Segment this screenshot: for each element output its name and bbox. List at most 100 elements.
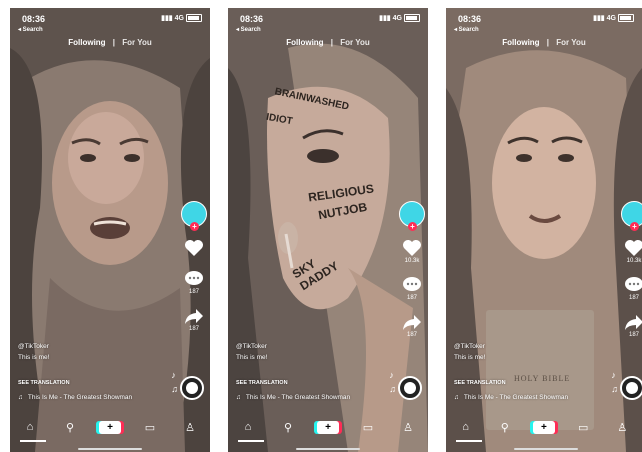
comment-button[interactable]: 187: [402, 276, 422, 301]
caption-username[interactable]: @TikToker: [454, 341, 485, 352]
feed-tabs: Following | For You: [10, 38, 210, 47]
tab-separator: |: [112, 38, 116, 47]
music-note-icon: ♫: [454, 394, 459, 401]
comment-icon: [403, 277, 421, 291]
share-count: 187: [188, 326, 199, 332]
sound-info[interactable]: ♫ This Is Me - The Greatest Showman: [18, 394, 132, 401]
sound-disc-icon[interactable]: [620, 376, 642, 400]
action-rail: + 187 187: [180, 201, 208, 332]
nav-create-icon[interactable]: +: [317, 418, 339, 436]
like-button[interactable]: 10.3k: [402, 239, 422, 264]
home-indicator[interactable]: [296, 448, 360, 450]
bottom-nav: ⌂ ⚲ + ▭ ♙: [228, 412, 428, 442]
heart-icon: [625, 240, 642, 256]
creator-avatar[interactable]: +: [399, 201, 425, 231]
see-translation-link[interactable]: SEE TRANSLATION: [454, 380, 506, 386]
feed-tabs: Following | For You: [228, 38, 428, 47]
clock: 08:36: [458, 14, 482, 24]
action-rail: + 10.3k 187 187: [398, 201, 426, 338]
sound-disc-icon[interactable]: [398, 376, 422, 400]
nav-profile-icon[interactable]: ♙: [611, 418, 633, 436]
tab-following[interactable]: Following: [502, 38, 539, 47]
home-indicator[interactable]: [78, 448, 142, 450]
nav-inbox-icon[interactable]: ▭: [357, 418, 379, 436]
nav-inbox-icon[interactable]: ▭: [572, 418, 594, 436]
creator-avatar[interactable]: +: [621, 201, 642, 231]
video-screen-2[interactable]: BRAINWASHED IDIOT RELIGIOUS NUTJOB SKY D…: [228, 8, 428, 452]
creator-avatar[interactable]: +: [181, 201, 207, 231]
nav-home-icon[interactable]: ⌂: [455, 418, 477, 436]
caption-text: This is me!: [236, 354, 268, 361]
tab-following[interactable]: Following: [286, 38, 323, 47]
comment-button[interactable]: 187: [184, 270, 204, 295]
signal-indicator: ▮▮▮ 4G: [161, 14, 202, 22]
comment-button[interactable]: 187: [624, 276, 642, 301]
heart-icon: [185, 240, 203, 256]
see-translation-link[interactable]: SEE TRANSLATION: [18, 380, 70, 386]
tab-for-you[interactable]: For You: [340, 38, 369, 47]
share-arrow-icon: [185, 309, 203, 324]
sound-info[interactable]: ♫ This Is Me - The Greatest Showman: [236, 394, 350, 401]
share-arrow-icon: [403, 315, 421, 330]
battery-icon: [618, 14, 634, 22]
caption-username[interactable]: @TikToker: [18, 341, 49, 352]
signal-bars-icon: ▮▮▮: [593, 15, 605, 22]
share-arrow-icon: [625, 315, 642, 330]
follow-plus-icon[interactable]: +: [630, 222, 639, 231]
back-to-search-link[interactable]: ◂ Search: [236, 26, 261, 33]
video-screen-1[interactable]: 08:36 ▮▮▮ 4G ◂ Search Following | For Yo…: [10, 8, 210, 452]
active-nav-indicator: [456, 440, 482, 442]
follow-plus-icon[interactable]: +: [190, 222, 199, 231]
network-type: 4G: [606, 14, 616, 22]
sound-title: This Is Me - The Greatest Showman: [27, 394, 133, 401]
caption-username[interactable]: @TikToker: [236, 341, 267, 352]
sound-disc-icon[interactable]: [180, 376, 204, 400]
follow-plus-icon[interactable]: +: [408, 222, 417, 231]
share-button[interactable]: 187: [402, 313, 422, 338]
like-count: 10.3k: [626, 258, 642, 264]
nav-search-icon[interactable]: ⚲: [494, 418, 516, 436]
back-to-search-link[interactable]: ◂ Search: [454, 26, 479, 33]
nav-profile-icon[interactable]: ♙: [179, 418, 201, 436]
tab-for-you[interactable]: For You: [556, 38, 585, 47]
share-button[interactable]: 187: [624, 313, 642, 338]
battery-icon: [186, 14, 202, 22]
feed-tabs: Following | For You: [446, 38, 642, 47]
share-count: 187: [628, 332, 639, 338]
comment-icon: [185, 271, 203, 285]
nav-profile-icon[interactable]: ♙: [397, 418, 419, 436]
music-note-icon: ♫: [18, 394, 23, 401]
comment-count: 187: [406, 295, 417, 301]
nav-create-icon[interactable]: +: [99, 418, 121, 436]
home-indicator[interactable]: [514, 448, 578, 450]
tab-separator: |: [330, 38, 334, 47]
status-bar: 08:36 ▮▮▮ 4G: [20, 14, 202, 26]
bottom-nav: ⌂ ⚲ + ▭ ♙: [10, 412, 210, 442]
status-bar: 08:36 ▮▮▮ 4G: [456, 14, 634, 26]
heart-icon: [403, 240, 421, 256]
active-nav-indicator: [238, 440, 264, 442]
nav-search-icon[interactable]: ⚲: [59, 418, 81, 436]
status-bar: 08:36 ▮▮▮ 4G: [238, 14, 420, 26]
clock: 08:36: [240, 14, 264, 24]
network-type: 4G: [392, 14, 402, 22]
signal-indicator: ▮▮▮ 4G: [379, 14, 420, 22]
share-count: 187: [406, 332, 417, 338]
clock: 08:36: [22, 14, 46, 24]
video-screen-3[interactable]: HOLY BIBLE 08:36 ▮▮▮ 4G ◂ Search Followi…: [446, 8, 642, 452]
tab-following[interactable]: Following: [68, 38, 105, 47]
tab-for-you[interactable]: For You: [122, 38, 151, 47]
nav-inbox-icon[interactable]: ▭: [139, 418, 161, 436]
sound-info[interactable]: ♫ This Is Me - The Greatest Showman: [454, 394, 568, 401]
nav-home-icon[interactable]: ⌂: [237, 418, 259, 436]
see-translation-link[interactable]: SEE TRANSLATION: [236, 380, 288, 386]
action-rail: + 10.3k 187 187: [620, 201, 642, 338]
nav-search-icon[interactable]: ⚲: [277, 418, 299, 436]
back-to-search-link[interactable]: ◂ Search: [18, 26, 43, 33]
like-button[interactable]: [184, 239, 204, 258]
share-button[interactable]: 187: [184, 307, 204, 332]
nav-home-icon[interactable]: ⌂: [19, 418, 41, 436]
nav-create-icon[interactable]: +: [532, 418, 555, 436]
like-button[interactable]: 10.3k: [624, 239, 642, 264]
sound-title: This Is Me - The Greatest Showman: [463, 394, 569, 401]
